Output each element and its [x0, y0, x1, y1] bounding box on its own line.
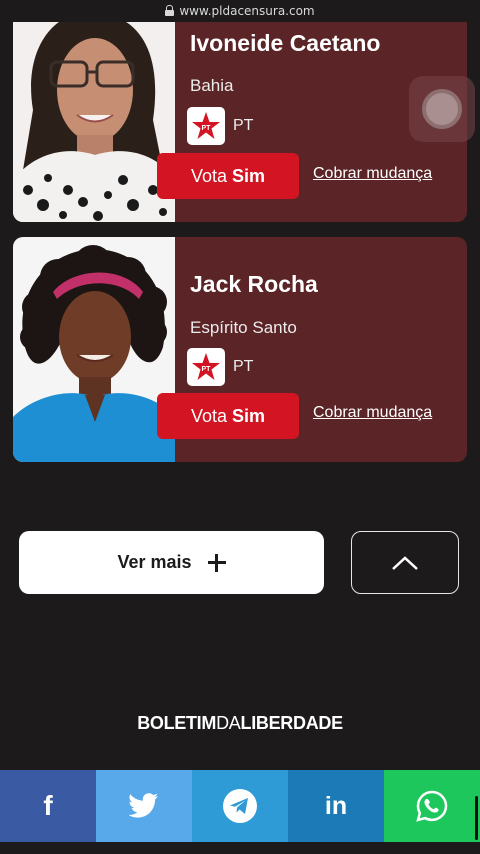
lock-icon — [165, 4, 175, 16]
party-name: PT — [233, 117, 254, 134]
share-twitter-button[interactable] — [96, 770, 192, 842]
linkedin-icon: in — [324, 791, 348, 820]
chevron-up-icon — [392, 555, 418, 570]
share-facebook-button[interactable]: f — [0, 770, 96, 842]
share-bar: f in — [0, 770, 480, 842]
candidate-name: Jack Rocha — [190, 271, 318, 297]
share-whatsapp-button[interactable] — [384, 770, 480, 842]
vote-sim-button[interactable]: Vota Sim — [157, 393, 299, 439]
candidate-card: Ivoneide Caetano Bahia PT PT Vota Sim Co… — [13, 0, 467, 222]
browser-url-bar[interactable]: www.pldacensura.com — [0, 0, 480, 22]
bottom-safe-area — [0, 842, 480, 854]
plus-icon — [207, 553, 226, 572]
vote-label: Vota — [190, 405, 228, 426]
logo-part: LIBERDADE — [240, 713, 344, 733]
facebook-icon: f — [43, 790, 53, 821]
cobrar-mudanca-link[interactable]: Cobrar mudança — [313, 404, 432, 422]
svg-text:PT: PT — [202, 366, 212, 373]
svg-text:PT: PT — [202, 125, 212, 132]
assistive-touch-icon — [422, 89, 462, 129]
assistive-touch-button[interactable] — [409, 76, 475, 142]
vote-label: Vota — [190, 165, 228, 186]
vote-sim-button[interactable]: Vota Sim — [157, 153, 299, 199]
ver-mais-label: Ver mais — [117, 552, 192, 572]
ver-mais-button[interactable]: Ver mais — [19, 531, 324, 594]
candidate-name: Ivoneide Caetano — [190, 30, 381, 56]
whatsapp-icon — [416, 790, 448, 822]
candidate-state: Bahia — [190, 76, 234, 95]
vote-value: Sim — [232, 405, 266, 426]
vote-value: Sim — [232, 165, 266, 186]
back-to-top-button[interactable] — [351, 531, 459, 594]
telegram-icon — [223, 789, 257, 823]
share-linkedin-button[interactable]: in — [288, 770, 384, 842]
party-name: PT — [233, 358, 254, 375]
scrollbar-indicator[interactable] — [475, 796, 478, 840]
cobrar-mudanca-link[interactable]: Cobrar mudança — [313, 165, 432, 183]
pt-star-icon: PT — [187, 107, 225, 145]
url-text: www.pldacensura.com — [179, 4, 315, 18]
share-telegram-button[interactable] — [192, 770, 288, 842]
candidate-photo — [13, 0, 175, 222]
candidate-state: Espírito Santo — [190, 318, 297, 337]
candidate-party: PT PT — [187, 107, 253, 145]
logo-part: DA — [216, 713, 241, 733]
pt-star-icon: PT — [187, 348, 225, 386]
footer-logo: BOLETIMDALIBERDADE — [0, 713, 480, 734]
candidate-photo — [13, 237, 175, 462]
candidate-party: PT PT — [187, 348, 253, 386]
candidate-card: Jack Rocha Espírito Santo PT PT Vota Sim… — [13, 237, 467, 462]
twitter-icon — [129, 793, 158, 818]
logo-part: BOLETIM — [137, 713, 217, 733]
